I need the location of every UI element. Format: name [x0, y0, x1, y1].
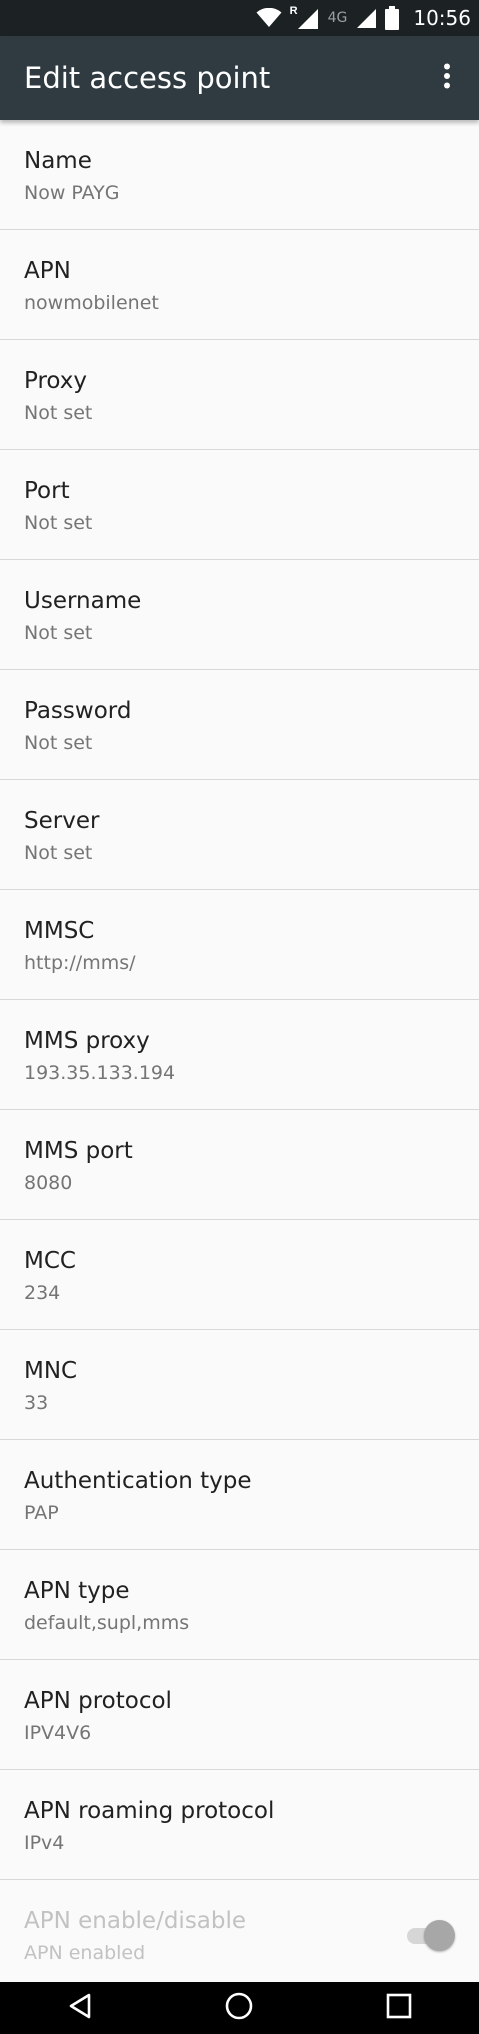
pref-mms-proxy[interactable]: MMS proxy 193.35.133.194 [0, 1000, 479, 1110]
status-icons: R 4G 10:56 [256, 0, 471, 36]
pref-title: APN type [24, 1578, 130, 1604]
toggle-thumb [424, 1920, 455, 1951]
pref-summary: Not set [24, 512, 93, 534]
pref-summary: nowmobilenet [24, 292, 159, 314]
navigation-bar [0, 1982, 479, 2034]
home-button[interactable] [209, 1986, 269, 2030]
pref-title: MMSC [24, 918, 95, 944]
pref-summary: Not set [24, 732, 93, 754]
pref-mnc[interactable]: MNC 33 [0, 1330, 479, 1440]
pref-summary: IPv4 [24, 1832, 65, 1854]
pref-port[interactable]: Port Not set [0, 450, 479, 560]
pref-authentication-type[interactable]: Authentication type PAP [0, 1440, 479, 1550]
pref-summary: http://mms/ [24, 952, 136, 974]
pref-title: MMS proxy [24, 1028, 150, 1054]
more-vert-icon [443, 63, 451, 94]
pref-mcc[interactable]: MCC 234 [0, 1220, 479, 1330]
pref-username[interactable]: Username Not set [0, 560, 479, 670]
pref-title: Port [24, 478, 70, 504]
pref-summary: APN enabled [24, 1942, 146, 1964]
pref-title: Name [24, 148, 92, 174]
pref-mms-port[interactable]: MMS port 8080 [0, 1110, 479, 1220]
pref-summary: Not set [24, 402, 93, 424]
pref-title: APN roaming protocol [24, 1798, 275, 1824]
pref-title: Proxy [24, 368, 88, 394]
pref-title: MNC [24, 1358, 78, 1384]
home-icon [224, 1991, 254, 2026]
clock: 10:56 [413, 6, 471, 30]
pref-title: MMS port [24, 1138, 133, 1164]
back-button[interactable] [50, 1986, 110, 2030]
pref-summary: Not set [24, 622, 93, 644]
pref-summary: default,supl,mms [24, 1612, 190, 1634]
pref-summary: Now PAYG [24, 182, 120, 204]
battery-icon [385, 6, 400, 30]
apn-enabled-toggle[interactable] [403, 1918, 455, 1952]
pref-title: APN enable/disable [24, 1908, 247, 1934]
pref-title: Authentication type [24, 1468, 252, 1494]
pref-apn-type[interactable]: APN type default,supl,mms [0, 1550, 479, 1660]
pref-summary: Not set [24, 842, 93, 864]
pref-apn[interactable]: APN nowmobilenet [0, 230, 479, 340]
pref-apn-enable-disable: APN enable/disable APN enabled [0, 1880, 479, 1990]
pref-title: Username [24, 588, 142, 614]
pref-apn-protocol[interactable]: APN protocol IPV4V6 [0, 1660, 479, 1770]
pref-summary: PAP [24, 1502, 59, 1524]
network-4g-label: 4G [327, 10, 348, 26]
pref-summary: IPV4V6 [24, 1722, 92, 1744]
pref-proxy[interactable]: Proxy Not set [0, 340, 479, 450]
overflow-menu-button[interactable] [423, 54, 471, 102]
app-bar: Edit access point [0, 36, 479, 120]
cell-signal-icon [355, 7, 377, 29]
pref-summary: 193.35.133.194 [24, 1062, 176, 1084]
pref-apn-roaming-protocol[interactable]: APN roaming protocol IPv4 [0, 1770, 479, 1880]
status-bar: R 4G 10:56 [0, 0, 479, 36]
recents-button[interactable] [369, 1986, 429, 2030]
pref-summary: 33 [24, 1392, 49, 1414]
pref-title: Server [24, 808, 100, 834]
page-title: Edit access point [24, 61, 271, 95]
pref-summary: 234 [24, 1282, 61, 1304]
pref-password[interactable]: Password Not set [0, 670, 479, 780]
preference-list: Name Now PAYG APN nowmobilenet Proxy Not… [0, 120, 479, 1990]
pref-title: Password [24, 698, 132, 724]
pref-name[interactable]: Name Now PAYG [0, 120, 479, 230]
back-icon [67, 1992, 93, 2025]
pref-title: APN protocol [24, 1688, 172, 1714]
pref-server[interactable]: Server Not set [0, 780, 479, 890]
pref-title: MCC [24, 1248, 76, 1274]
pref-summary: 8080 [24, 1172, 73, 1194]
pref-mmsc[interactable]: MMSC http://mms/ [0, 890, 479, 1000]
wifi-icon [256, 8, 282, 28]
roaming-signal-icon: R [290, 5, 320, 31]
pref-title: APN [24, 258, 71, 284]
roaming-indicator: R [289, 5, 298, 17]
recents-icon [386, 1993, 412, 2024]
